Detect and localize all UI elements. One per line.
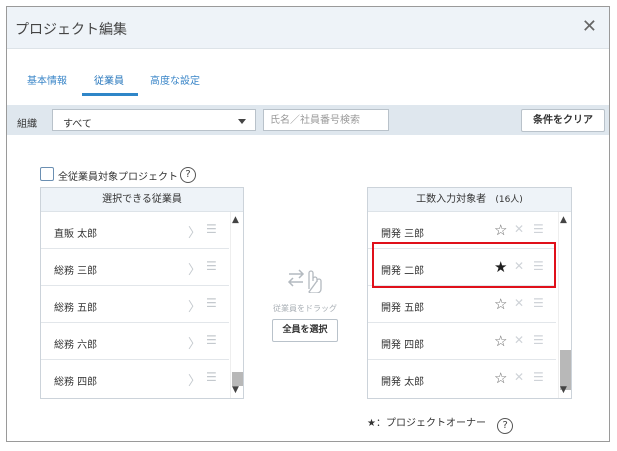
dialog-header: プロジェクト編集 ✕: [7, 7, 609, 49]
employee-name: 総務 三郎: [54, 266, 98, 277]
assigned-scrollbar[interactable]: ▲ ▼: [558, 212, 571, 398]
list-item[interactable]: 直販 太郎 〉 ☰: [41, 212, 229, 249]
assigned-header-title: 工数入力対象者: [416, 194, 487, 205]
scroll-up-icon[interactable]: ▲: [560, 215, 567, 225]
employee-name: 開発 太郎: [381, 377, 425, 388]
drag-handle-icon[interactable]: ☰: [533, 296, 544, 310]
star-outline-icon[interactable]: ☆: [494, 332, 507, 350]
active-tab-indicator: [82, 93, 138, 96]
chevron-right-icon[interactable]: 〉: [188, 333, 201, 352]
chevron-right-icon[interactable]: 〉: [188, 370, 201, 389]
owner-legend-text: ★：プロジェクトオーナー: [367, 418, 486, 429]
available-employees-panel: 選択できる従業員 直販 太郎 〉 ☰ 総務 三郎 〉 ☰ 総務 五郎 〉 ☰ 総…: [40, 187, 244, 399]
remove-icon[interactable]: ✕: [514, 370, 524, 384]
available-employees-header: 選択できる従業員: [41, 188, 243, 212]
employee-name: 開発 五郎: [381, 303, 425, 314]
remove-icon[interactable]: ✕: [514, 222, 524, 236]
transfer-controls: 従業員をドラッグ 全員を選択: [265, 265, 345, 345]
star-outline-icon[interactable]: ☆: [494, 369, 507, 387]
list-item[interactable]: 総務 四郎 〉 ☰: [41, 360, 229, 397]
drag-handle-icon[interactable]: ☰: [206, 333, 217, 347]
drag-handle-icon[interactable]: ☰: [206, 222, 217, 236]
drag-hint-text: 従業員をドラッグ: [273, 304, 337, 313]
employee-name: 総務 四郎: [54, 377, 98, 388]
help-icon[interactable]: ?: [497, 418, 514, 434]
list-item[interactable]: 開発 四郎 ☆ ✕ ☰: [368, 323, 556, 360]
employee-search-input[interactable]: [263, 109, 389, 131]
scroll-up-icon[interactable]: ▲: [232, 215, 239, 225]
close-icon[interactable]: ✕: [582, 16, 597, 37]
filter-bar: 組織 すべて 条件をクリア: [7, 105, 609, 135]
remove-icon[interactable]: ✕: [514, 296, 524, 310]
chevron-right-icon[interactable]: 〉: [188, 222, 201, 241]
chevron-right-icon[interactable]: 〉: [188, 259, 201, 278]
drag-handle-icon[interactable]: ☰: [533, 333, 544, 347]
scroll-down-icon[interactable]: ▼: [560, 385, 567, 395]
assigned-count: (16人): [495, 195, 523, 205]
list-item[interactable]: 総務 三郎 〉 ☰: [41, 249, 229, 286]
all-employee-checkbox[interactable]: [40, 167, 54, 181]
tab-bar: 基本情報 従業員 高度な設定: [7, 49, 609, 99]
tab-advanced-settings[interactable]: 高度な設定: [150, 72, 200, 87]
available-scrollbar[interactable]: ▲ ▼: [230, 212, 243, 398]
project-edit-dialog: プロジェクト編集 ✕ 基本情報 従業員 高度な設定 組織 すべて 条件をクリア …: [6, 6, 610, 442]
employee-name: 開発 四郎: [381, 340, 425, 351]
org-select[interactable]: すべて: [52, 109, 256, 131]
list-item[interactable]: 総務 五郎 〉 ☰: [41, 286, 229, 323]
owner-legend: ★：プロジェクトオーナー ?: [367, 414, 514, 434]
assigned-employees-panel: 工数入力対象者 (16人) 開発 三郎 ☆ ✕ ☰ 開発 二郎 ★ ✕ ☰ 開発…: [367, 187, 572, 399]
list-item[interactable]: 開発 五郎 ☆ ✕ ☰: [368, 286, 556, 323]
help-icon[interactable]: ?: [180, 167, 196, 183]
tab-employees[interactable]: 従業員: [94, 72, 124, 87]
employee-name: 開発 三郎: [381, 229, 425, 240]
chevron-right-icon[interactable]: 〉: [188, 296, 201, 315]
drag-handle-icon[interactable]: ☰: [206, 259, 217, 273]
clear-conditions-button[interactable]: 条件をクリア: [521, 109, 605, 132]
select-all-button[interactable]: 全員を選択: [272, 319, 338, 342]
org-select-value: すべて: [63, 119, 92, 130]
dialog-title: プロジェクト編集: [15, 22, 127, 38]
dropdown-arrow-icon: [238, 119, 246, 124]
drag-hand-icon: [287, 269, 322, 293]
drag-handle-icon[interactable]: ☰: [206, 296, 217, 310]
employee-name: 総務 五郎: [54, 303, 98, 314]
star-outline-icon[interactable]: ☆: [494, 221, 507, 239]
scroll-thumb[interactable]: [232, 372, 243, 386]
scroll-down-icon[interactable]: ▼: [232, 385, 239, 395]
scroll-thumb[interactable]: [560, 350, 571, 390]
drag-handle-icon[interactable]: ☰: [533, 370, 544, 384]
highlight-box: [372, 242, 556, 288]
drag-handle-icon[interactable]: ☰: [206, 370, 217, 384]
remove-icon[interactable]: ✕: [514, 333, 524, 347]
employee-name: 直販 太郎: [54, 229, 98, 240]
star-outline-icon[interactable]: ☆: [494, 295, 507, 313]
drag-handle-icon[interactable]: ☰: [533, 222, 544, 236]
list-item[interactable]: 開発 太郎 ☆ ✕ ☰: [368, 360, 556, 397]
list-item[interactable]: 総務 六郎 〉 ☰: [41, 323, 229, 360]
employee-name: 総務 六郎: [54, 340, 98, 351]
assigned-employees-header: 工数入力対象者 (16人): [368, 188, 571, 212]
tab-basic-info[interactable]: 基本情報: [27, 72, 67, 87]
org-label: 組織: [17, 119, 37, 130]
